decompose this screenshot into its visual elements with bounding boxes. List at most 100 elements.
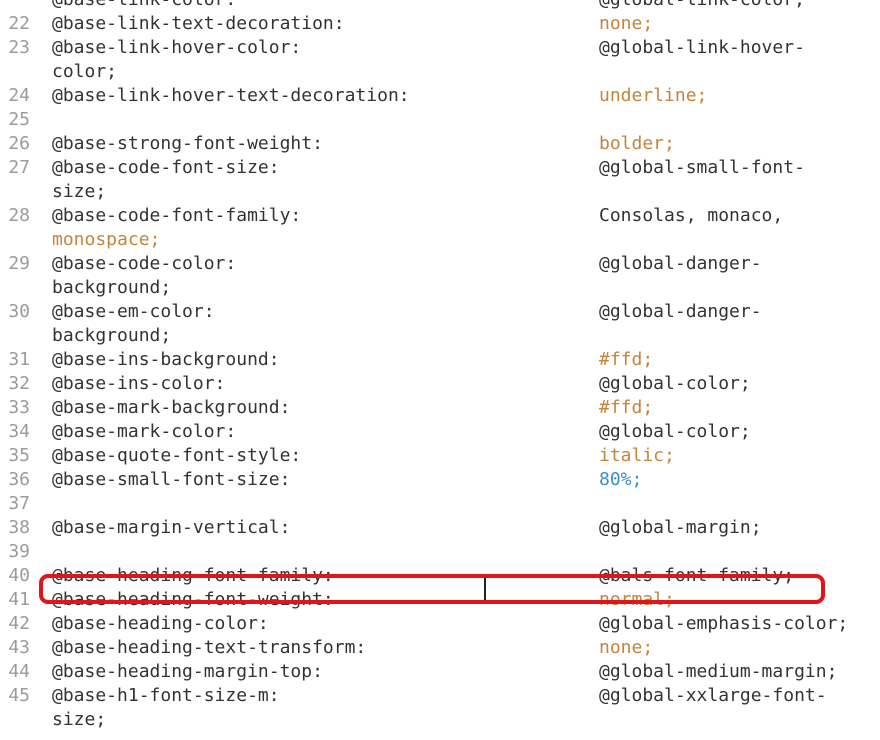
property-name: size; bbox=[52, 181, 107, 202]
code-line[interactable]: 33 @base-mark-background: #ffd; bbox=[0, 396, 880, 420]
property-name: @base-link-color: bbox=[52, 0, 236, 12]
property-value: @global-small-font- bbox=[599, 157, 805, 178]
property-name: background; bbox=[52, 325, 172, 346]
property-value: #ffd; bbox=[599, 397, 654, 418]
property-name: @base-mark-background: bbox=[52, 397, 291, 418]
code-line[interactable]: size; bbox=[0, 180, 880, 204]
property-name: @base-quote-font-style: bbox=[52, 445, 302, 466]
line-number: 22 bbox=[8, 13, 30, 34]
property-name: @base-small-font-size: bbox=[52, 469, 291, 490]
property-name: @base-h1-font-size-m: bbox=[52, 685, 280, 706]
line-number: 24 bbox=[8, 85, 30, 106]
code-line[interactable]: size; bbox=[0, 708, 880, 732]
code-line[interactable]: 25 bbox=[0, 108, 880, 132]
code-editor[interactable]: @base-link-color:@global-link-color;22@b… bbox=[0, 0, 880, 732]
line-number: 38 bbox=[8, 517, 30, 538]
code-line[interactable]: 42 @base-heading-color: @global-emphasis-c… bbox=[0, 612, 880, 636]
property-name: @base-link-hover-text-decoration: bbox=[52, 85, 410, 106]
line-number: 42 bbox=[8, 613, 30, 634]
code-line[interactable]: 43 @base-heading-text-transform: none; bbox=[0, 636, 880, 660]
code-line[interactable]: 39 bbox=[0, 540, 880, 564]
property-name: @base-ins-background: bbox=[52, 349, 280, 370]
code-line[interactable]: 32 @base-ins-color: @global-color; bbox=[0, 372, 880, 396]
code-line[interactable]: 30 @base-em-color: @global-danger- bbox=[0, 300, 880, 324]
code-line[interactable]: 38 @base-margin-vertical: @global-margin; bbox=[0, 516, 880, 540]
property-value: 80%; bbox=[599, 469, 643, 490]
line-number: 40 bbox=[8, 565, 30, 586]
property-value: @global-danger- bbox=[599, 253, 762, 274]
property-name: monospace; bbox=[52, 229, 161, 250]
property-value: @global-color; bbox=[599, 421, 751, 442]
property-value: none; bbox=[599, 13, 654, 34]
property-name: @base-em-color: bbox=[52, 301, 215, 322]
code-line[interactable]: 22 @base-link-text-decoration: none; bbox=[0, 12, 880, 36]
code-line[interactable]: 31 @base-ins-background: #ffd; bbox=[0, 348, 880, 372]
property-value: none; bbox=[599, 637, 654, 658]
line-number: 45 bbox=[8, 685, 30, 706]
line-number: 43 bbox=[8, 637, 30, 658]
line-number: 41 bbox=[8, 589, 30, 610]
highlight-annotation-box bbox=[39, 574, 825, 604]
code-line[interactable]: 37 bbox=[0, 492, 880, 516]
line-number: 32 bbox=[8, 373, 30, 394]
property-value: @global-xxlarge-font- bbox=[599, 685, 827, 706]
code-line[interactable]: 36 @base-small-font-size: 80%; bbox=[0, 468, 880, 492]
code-line[interactable]: 34 @base-mark-color: @global-color; bbox=[0, 420, 880, 444]
property-name: @base-heading-color: bbox=[52, 613, 269, 634]
property-value: @global-color; bbox=[599, 373, 751, 394]
property-name: @base-margin-vertical: bbox=[52, 517, 291, 538]
property-name: @base-code-color: bbox=[52, 253, 237, 274]
property-name: @base-mark-color: bbox=[52, 421, 237, 442]
line-number: 27 bbox=[8, 157, 30, 178]
property-value: @global-medium-margin; bbox=[599, 661, 838, 682]
code-line[interactable]: 35 @base-quote-font-style: italic; bbox=[0, 444, 880, 468]
code-line[interactable]: 27 @base-code-font-size: @global-small-fon… bbox=[0, 156, 880, 180]
code-line[interactable]: monospace; bbox=[0, 228, 880, 252]
code-line[interactable]: 26 @base-strong-font-weight: bolder; bbox=[0, 132, 880, 156]
property-name: @base-link-hover-color: bbox=[52, 37, 302, 58]
code-line[interactable]: 29 @base-code-color: @global-danger- bbox=[0, 252, 880, 276]
property-value: underline; bbox=[599, 85, 708, 106]
property-value: @global-margin; bbox=[599, 517, 762, 538]
property-value: italic; bbox=[599, 445, 675, 466]
line-number: 34 bbox=[8, 421, 30, 442]
code-line[interactable]: background; bbox=[0, 276, 880, 300]
property-name: @base-link-text-decoration: bbox=[52, 13, 345, 34]
code-line[interactable]: 24 @base-link-hover-text-decoration: under… bbox=[0, 84, 880, 108]
code-line[interactable]: color; bbox=[0, 60, 880, 84]
property-name: @base-heading-margin-top: bbox=[52, 661, 323, 682]
property-name: background; bbox=[52, 277, 172, 298]
text-cursor bbox=[484, 578, 486, 600]
line-number: 36 bbox=[8, 469, 30, 490]
line-number: 26 bbox=[8, 133, 30, 154]
property-value: @global-emphasis-color; bbox=[599, 613, 849, 634]
line-number: 28 bbox=[8, 205, 30, 226]
code-line[interactable]: background; bbox=[0, 324, 880, 348]
code-line[interactable]: @base-link-color: @global-link-color; bbox=[0, 0, 880, 12]
property-value: #ffd; bbox=[599, 349, 654, 370]
property-name: @base-ins-color: bbox=[52, 373, 226, 394]
property-value: Consolas, monaco, bbox=[599, 205, 784, 226]
code-line[interactable]: 28 @base-code-font-family: Consolas, monac… bbox=[0, 204, 880, 228]
property-value: @global-link-hover- bbox=[599, 37, 805, 58]
line-number: 29 bbox=[8, 253, 30, 274]
code-line[interactable]: 45 @base-h1-font-size-m: @global-xxlarge-f… bbox=[0, 684, 880, 708]
property-name: @base-code-font-size: bbox=[52, 157, 280, 178]
property-name: @base-strong-font-weight: bbox=[52, 133, 323, 154]
property-value: @global-link-color; bbox=[599, 0, 805, 12]
property-name: @base-heading-text-transform: bbox=[52, 637, 367, 658]
line-number: 31 bbox=[8, 349, 30, 370]
property-name: color; bbox=[52, 61, 118, 82]
line-number: 23 bbox=[8, 37, 30, 58]
line-number: 44 bbox=[8, 661, 30, 682]
code-line[interactable]: 23 @base-link-hover-color: @global-link-ho… bbox=[0, 36, 880, 60]
property-value: bolder; bbox=[599, 133, 675, 154]
line-number: 25 bbox=[8, 109, 30, 130]
property-name: @base-code-font-family: bbox=[52, 205, 302, 226]
line-number: 35 bbox=[8, 445, 30, 466]
line-number: 30 bbox=[8, 301, 30, 322]
line-number: 37 bbox=[8, 493, 30, 514]
line-number: 39 bbox=[8, 541, 30, 562]
code-line[interactable]: 44 @base-heading-margin-top: @global-mediu… bbox=[0, 660, 880, 684]
line-number: 33 bbox=[8, 397, 30, 418]
